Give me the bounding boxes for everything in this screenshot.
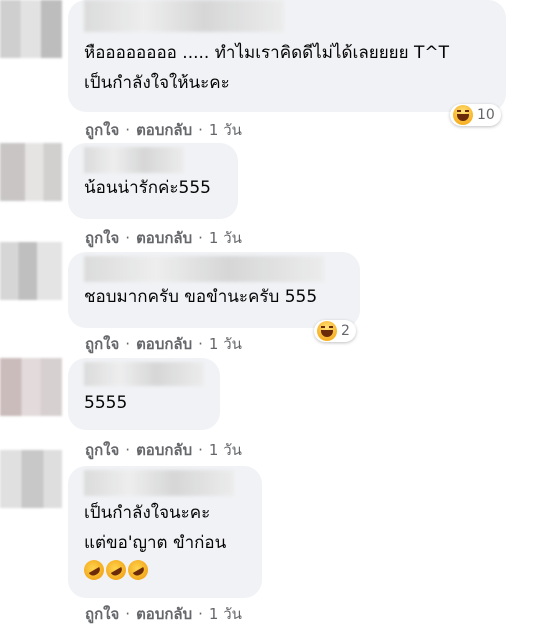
rolling-on-floor-laughing-icon: [80, 556, 108, 584]
comment-bubble: หืออออออออ ..... ทำไมเราคิดดีไม่ได้เลยยย…: [68, 0, 506, 112]
timestamp[interactable]: 1 วัน: [209, 332, 242, 356]
haha-icon: [317, 321, 337, 341]
reply-button[interactable]: ตอบกลับ: [136, 438, 192, 462]
comment-text: เป็นกำลังใจให้นะคะ: [84, 73, 230, 93]
comment-actions: ถูกใจ · ตอบกลับ · 1 วัน: [85, 438, 242, 462]
separator: ·: [198, 335, 203, 353]
timestamp[interactable]: 1 วัน: [209, 226, 242, 250]
blurred-author-name[interactable]: [84, 470, 234, 496]
like-button[interactable]: ถูกใจ: [85, 118, 119, 142]
separator: ·: [198, 121, 203, 139]
reply-button[interactable]: ตอบกลับ: [136, 226, 192, 250]
comment-text: แต่ขอ'ญาต ขำก่อน: [84, 533, 227, 553]
comment-bubble: ชอบมากครับ ขอขำนะครับ 555: [68, 252, 360, 328]
rolling-on-floor-laughing-icon: [102, 556, 130, 584]
rolling-on-floor-laughing-icon: [124, 556, 152, 584]
emoji-row: [80, 556, 246, 584]
comment-actions: ถูกใจ · ตอบกลับ · 1 วัน: [85, 332, 242, 356]
like-button[interactable]: ถูกใจ: [85, 438, 119, 462]
separator: ·: [125, 441, 131, 459]
timestamp[interactable]: 1 วัน: [209, 602, 242, 626]
separator: ·: [125, 121, 131, 139]
comment-text: 5555: [84, 393, 128, 413]
separator: ·: [198, 229, 203, 247]
reply-button[interactable]: ตอบกลับ: [136, 332, 192, 356]
reaction-count: 2: [341, 323, 350, 339]
blurred-author-name[interactable]: [84, 362, 204, 386]
separator: ·: [125, 229, 131, 247]
separator: ·: [125, 335, 131, 353]
avatar[interactable]: [0, 0, 62, 58]
reply-button[interactable]: ตอบกลับ: [136, 602, 192, 626]
timestamp[interactable]: 1 วัน: [209, 118, 242, 142]
reaction-summary[interactable]: 10: [450, 104, 501, 126]
avatar[interactable]: [0, 450, 62, 508]
avatar[interactable]: [0, 358, 62, 416]
like-button[interactable]: ถูกใจ: [85, 602, 119, 626]
separator: ·: [198, 441, 203, 459]
comment-text: น้อนน่ารักค่ะ555: [84, 178, 211, 198]
comment-text: ชอบมากครับ ขอขำนะครับ 555: [84, 287, 318, 307]
blurred-author-name[interactable]: [84, 256, 324, 282]
comment-text: หืออออออออ ..... ทำไมเราคิดดีไม่ได้เลยยย…: [84, 43, 449, 63]
blurred-author-name[interactable]: [84, 0, 284, 32]
like-button[interactable]: ถูกใจ: [85, 332, 119, 356]
comment-actions: ถูกใจ · ตอบกลับ · 1 วัน: [85, 602, 242, 626]
separator: ·: [198, 605, 203, 623]
avatar[interactable]: [0, 143, 62, 201]
timestamp[interactable]: 1 วัน: [209, 438, 242, 462]
reply-button[interactable]: ตอบกลับ: [136, 118, 192, 142]
reaction-count: 10: [477, 107, 495, 123]
comment-bubble: น้อนน่ารักค่ะ555: [68, 143, 238, 219]
blurred-author-name[interactable]: [84, 147, 184, 173]
avatar[interactable]: [0, 242, 62, 300]
comment-text: เป็นกำลังใจนะคะ: [84, 503, 211, 523]
like-button[interactable]: ถูกใจ: [85, 226, 119, 250]
haha-icon: [453, 105, 473, 125]
separator: ·: [125, 605, 131, 623]
comment-bubble: 5555: [68, 358, 220, 430]
reaction-summary[interactable]: 2: [314, 320, 356, 342]
comment-actions: ถูกใจ · ตอบกลับ · 1 วัน: [85, 118, 242, 142]
comment-actions: ถูกใจ · ตอบกลับ · 1 วัน: [85, 226, 242, 250]
comment-bubble: เป็นกำลังใจนะคะ แต่ขอ'ญาต ขำก่อน: [68, 466, 262, 598]
